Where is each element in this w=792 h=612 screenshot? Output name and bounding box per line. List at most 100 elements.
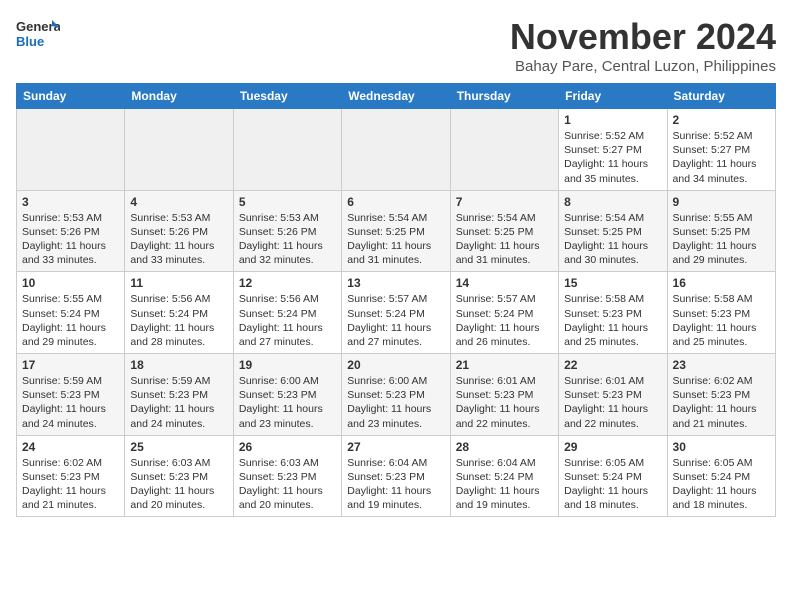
cell-info: Daylight: 11 hours and 28 minutes. [130, 321, 227, 349]
calendar-cell: 21Sunrise: 6:01 AMSunset: 5:23 PMDayligh… [450, 354, 558, 436]
day-number: 12 [239, 276, 336, 290]
cell-info: Sunrise: 6:04 AM [456, 456, 553, 470]
cell-info: Daylight: 11 hours and 22 minutes. [456, 402, 553, 430]
cell-info: Sunrise: 6:05 AM [564, 456, 661, 470]
day-number: 26 [239, 440, 336, 454]
cell-info: Daylight: 11 hours and 18 minutes. [673, 484, 770, 512]
calendar-cell: 17Sunrise: 5:59 AMSunset: 5:23 PMDayligh… [17, 354, 125, 436]
cell-info: Sunset: 5:24 PM [130, 307, 227, 321]
cell-info: Sunrise: 5:57 AM [347, 292, 444, 306]
calendar-cell: 10 Sunrise: 5:55 AMSunset: 5:24 PMDayligh… [17, 272, 125, 354]
calendar-cell: 16Sunrise: 5:58 AMSunset: 5:23 PMDayligh… [667, 272, 775, 354]
location: Bahay Pare, Central Luzon, Philippines [510, 58, 776, 75]
calendar-cell: 11Sunrise: 5:56 AMSunset: 5:24 PMDayligh… [125, 272, 233, 354]
cell-info: Sunrise: 5:55 AM [22, 292, 119, 306]
calendar-cell: 20Sunrise: 6:00 AMSunset: 5:23 PMDayligh… [342, 354, 450, 436]
day-number: 27 [347, 440, 444, 454]
calendar-table: SundayMondayTuesdayWednesdayThursdayFrid… [16, 83, 776, 517]
cell-info: Sunrise: 5:52 AM [564, 129, 661, 143]
day-number: 3 [22, 195, 119, 209]
calendar-cell: 13Sunrise: 5:57 AMSunset: 5:24 PMDayligh… [342, 272, 450, 354]
cell-info: Daylight: 11 hours and 20 minutes. [239, 484, 336, 512]
cell-info: Sunset: 5:24 PM [22, 307, 119, 321]
day-number: 25 [130, 440, 227, 454]
cell-info: Sunset: 5:23 PM [22, 388, 119, 402]
cell-info: Daylight: 11 hours and 24 minutes. [130, 402, 227, 430]
cell-info: Sunset: 5:23 PM [673, 307, 770, 321]
calendar-cell: 7Sunrise: 5:54 AMSunset: 5:25 PMDaylight… [450, 190, 558, 272]
calendar-cell [450, 109, 558, 191]
day-number: 28 [456, 440, 553, 454]
cell-info: Sunrise: 6:02 AM [22, 456, 119, 470]
day-header-wednesday: Wednesday [342, 84, 450, 109]
cell-info: Sunset: 5:26 PM [239, 225, 336, 239]
cell-info: Daylight: 11 hours and 33 minutes. [130, 239, 227, 267]
day-number: 21 [456, 358, 553, 372]
calendar-cell: 4Sunrise: 5:53 AMSunset: 5:26 PMDaylight… [125, 190, 233, 272]
week-row-3: 10Sunrise: 5:55 AMSunset: 5:24 PMDayligh… [17, 272, 776, 354]
cell-info: Daylight: 11 hours and 29 minutes. [673, 239, 770, 267]
calendar-cell: 25Sunrise: 6:03 AMSunset: 5:23 PMDayligh… [125, 435, 233, 517]
cell-info: Sunset: 5:23 PM [673, 388, 770, 402]
cell-info: Sunset: 5:23 PM [564, 307, 661, 321]
header-section: General Blue November 2024 Bahay Pare, C… [16, 16, 776, 75]
calendar-cell: 29Sunrise: 6:05 AMSunset: 5:24 PMDayligh… [559, 435, 667, 517]
cell-info: Sunset: 5:27 PM [673, 143, 770, 157]
calendar-cell: 22Sunrise: 6:01 AMSunset: 5:23 PMDayligh… [559, 354, 667, 436]
cell-info: Daylight: 11 hours and 29 minutes. [22, 321, 119, 349]
cell-info: Sunset: 5:24 PM [456, 470, 553, 484]
day-header-saturday: Saturday [667, 84, 775, 109]
day-number: 20 [347, 358, 444, 372]
cell-info: Daylight: 11 hours and 27 minutes. [347, 321, 444, 349]
calendar-cell [125, 109, 233, 191]
cell-info: Daylight: 11 hours and 23 minutes. [239, 402, 336, 430]
calendar-cell: 1Sunrise: 5:52 AMSunset: 5:27 PMDaylight… [559, 109, 667, 191]
cell-info: Daylight: 11 hours and 27 minutes. [239, 321, 336, 349]
calendar-cell [17, 109, 125, 191]
cell-info: Sunrise: 5:53 AM [239, 211, 336, 225]
cell-info: Daylight: 11 hours and 34 minutes. [673, 157, 770, 185]
calendar-cell: 19Sunrise: 6:00 AMSunset: 5:23 PMDayligh… [233, 354, 341, 436]
cell-info: Sunset: 5:24 PM [673, 470, 770, 484]
cell-info: Sunrise: 5:56 AM [130, 292, 227, 306]
svg-text:General: General [16, 19, 60, 34]
cell-info: Sunrise: 6:01 AM [564, 374, 661, 388]
cell-info: Sunset: 5:26 PM [130, 225, 227, 239]
cell-info: Sunrise: 5:59 AM [130, 374, 227, 388]
week-row-1: 1 Sunrise: 5:52 AM Sunset: 5:27 PMDaylight… [17, 109, 776, 191]
cell-info: Daylight: 11 hours and 26 minutes. [456, 321, 553, 349]
cell-info: Sunset: 5:23 PM [347, 470, 444, 484]
cell-info: Sunrise: 5:56 AM [239, 292, 336, 306]
day-header-monday: Monday [125, 84, 233, 109]
day-header-thursday: Thursday [450, 84, 558, 109]
cell-info: Sunrise: 6:02 AM [673, 374, 770, 388]
cell-info: Daylight: 11 hours and 33 minutes. [22, 239, 119, 267]
title-block: November 2024 Bahay Pare, Central Luzon,… [510, 16, 776, 75]
cell-info: Sunset: 5:26 PM [22, 225, 119, 239]
day-number: 17 [22, 358, 119, 372]
calendar-cell: 24Sunrise: 6:02 AMSunset: 5:23 PMDayligh… [17, 435, 125, 517]
cell-info: Sunrise: 5:54 AM [456, 211, 553, 225]
cell-info: Sunset: 5:23 PM [22, 470, 119, 484]
cell-info: Sunset: 5:23 PM [130, 388, 227, 402]
calendar-cell: 28Sunrise: 6:04 AMSunset: 5:24 PMDayligh… [450, 435, 558, 517]
cell-info: Daylight: 11 hours and 21 minutes. [22, 484, 119, 512]
calendar-cell: 14Sunrise: 5:57 AMSunset: 5:24 PMDayligh… [450, 272, 558, 354]
day-number: 1 [564, 113, 661, 127]
cell-info: Sunset: 5:23 PM [239, 388, 336, 402]
day-number: 10 [22, 276, 119, 290]
day-number: 13 [347, 276, 444, 290]
cell-info: Sunset: 5:24 PM [456, 307, 553, 321]
calendar-cell [233, 109, 341, 191]
day-number: 14 [456, 276, 553, 290]
day-number: 8 [564, 195, 661, 209]
day-header-sunday: Sunday [17, 84, 125, 109]
cell-info: Sunrise: 6:00 AM [239, 374, 336, 388]
day-number: 7 [456, 195, 553, 209]
calendar-cell: 27Sunrise: 6:04 AMSunset: 5:23 PMDayligh… [342, 435, 450, 517]
cell-info: Sunrise: 5:55 AM [673, 211, 770, 225]
cell-info: Sunset: 5:23 PM [347, 388, 444, 402]
cell-info: Daylight: 11 hours and 20 minutes. [130, 484, 227, 512]
calendar-cell: 23Sunrise: 6:02 AMSunset: 5:23 PMDayligh… [667, 354, 775, 436]
cell-info: Daylight: 11 hours and 21 minutes. [673, 402, 770, 430]
